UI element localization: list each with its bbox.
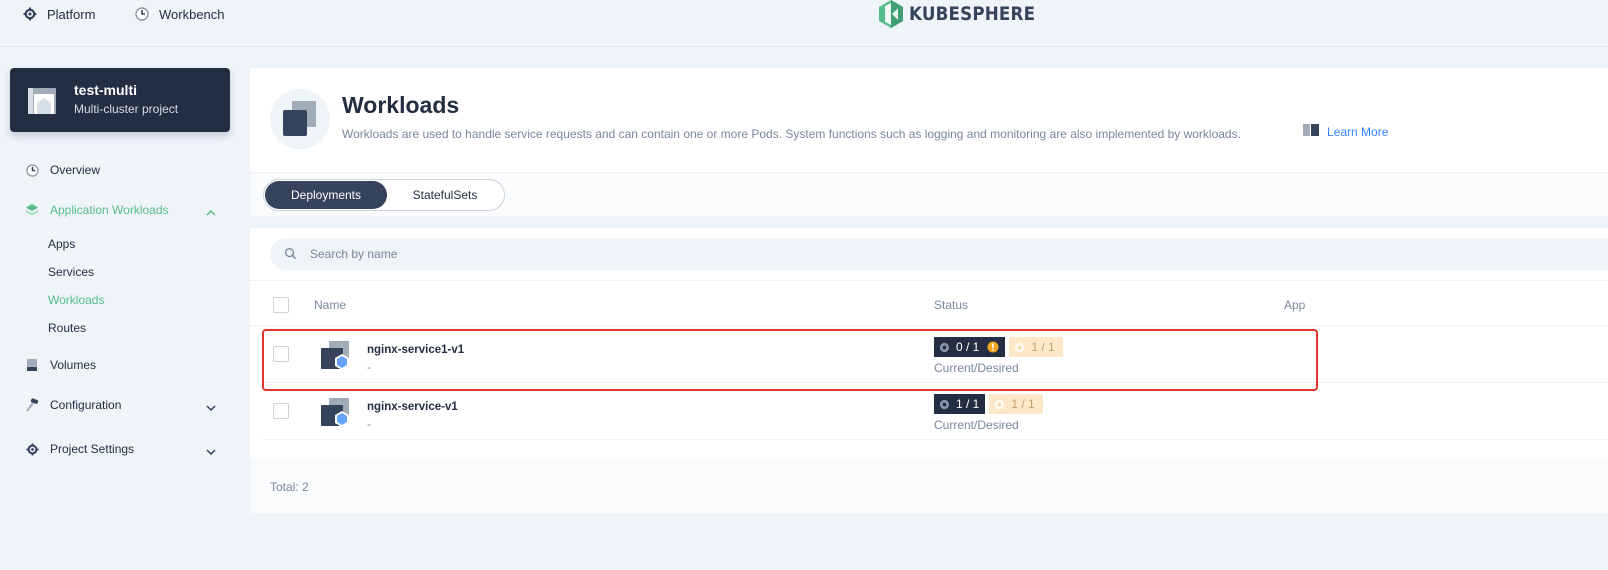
platform-label: Platform	[47, 6, 96, 22]
storage-icon	[24, 357, 40, 373]
page-title: Workloads	[342, 92, 460, 118]
workbench-label: Workbench	[159, 6, 225, 22]
workload-name[interactable]: nginx-service-v1	[367, 401, 458, 413]
sidebar-subitem-routes[interactable]: Routes	[48, 321, 86, 335]
sidebar-item-label: Overview	[50, 163, 101, 177]
desired-replicas: 1 / 1	[1011, 397, 1035, 411]
gear-icon	[22, 6, 38, 22]
workload-type-tabs: Deployments StatefulSets	[263, 179, 505, 211]
project-card[interactable]: test-multi Multi-cluster project	[10, 68, 230, 132]
dashboard-icon	[24, 162, 40, 178]
status-label: Current/Desired	[934, 418, 1019, 432]
divider	[263, 439, 1608, 440]
current-replicas: 1 / 1	[956, 397, 980, 411]
tab-deployments[interactable]: Deployments	[265, 181, 387, 209]
search-icon	[284, 247, 298, 261]
logo-text: KUBESPHERE	[909, 3, 1036, 25]
chevron-down-icon	[206, 400, 216, 414]
search-input[interactable]	[310, 247, 910, 261]
desired-replicas-badge: 1 / 1	[989, 394, 1043, 414]
sidebar-item-label: Volumes	[50, 358, 97, 372]
tab-statefulsets[interactable]: StatefulSets	[387, 181, 503, 209]
column-header-app: App	[1284, 298, 1306, 312]
search-bar[interactable]	[270, 238, 1608, 270]
kubesphere-logo[interactable]: KUBESPHERE	[879, 0, 1052, 28]
sidebar-item-application-workloads[interactable]: Application Workloads	[24, 202, 220, 218]
book-icon	[1303, 124, 1319, 139]
sidebar-subitem-apps[interactable]: Apps	[48, 237, 75, 251]
sidebar-subitem-workloads[interactable]: Workloads	[48, 293, 104, 307]
column-header-status: Status	[934, 298, 969, 312]
workloads-header-icon	[270, 89, 330, 149]
kubesphere-logo-icon	[879, 0, 903, 28]
platform-nav[interactable]: Platform	[22, 6, 95, 22]
gear-icon	[24, 441, 40, 457]
sidebar-item-label: Configuration	[50, 398, 122, 412]
kubernetes-icon	[939, 399, 950, 410]
highlight-box	[262, 329, 1318, 391]
kubernetes-icon	[994, 399, 1005, 410]
status-badge: 1 / 1 1 / 1	[934, 394, 1043, 414]
project-type: Multi-cluster project	[74, 102, 179, 116]
project-name: test-multi	[74, 82, 137, 98]
chevron-down-icon	[206, 444, 216, 458]
deployment-icon	[321, 398, 349, 427]
page-description: Workloads are used to handle service req…	[342, 127, 1241, 141]
hammer-icon	[24, 397, 40, 413]
top-bar: Platform Workbench KUBESPHERE	[0, 0, 1608, 47]
chevron-up-icon	[206, 205, 216, 219]
list-footer: Total: 2	[250, 458, 1608, 513]
workbench-nav[interactable]: Workbench	[134, 6, 225, 22]
current-replicas-badge: 1 / 1	[934, 394, 986, 414]
project-icon	[28, 88, 56, 114]
learn-more-link[interactable]: Learn More	[1303, 124, 1388, 139]
select-all-checkbox[interactable]	[273, 297, 289, 313]
sidebar-item-label: Application Workloads	[50, 203, 169, 217]
sidebar-subitem-services[interactable]: Services	[48, 265, 94, 279]
layers-icon	[24, 202, 40, 218]
sidebar-item-project-settings[interactable]: Project Settings	[24, 441, 220, 457]
sidebar-item-configuration[interactable]: Configuration	[24, 397, 220, 413]
sidebar-item-volumes[interactable]: Volumes	[24, 357, 220, 373]
page-header: Workloads Workloads are used to handle s…	[250, 68, 1608, 172]
column-header-name[interactable]: Name	[314, 298, 346, 312]
learn-more-label: Learn More	[1327, 124, 1389, 139]
sidebar-item-label: Project Settings	[50, 442, 135, 456]
tabs-bar: Deployments StatefulSets	[250, 172, 1608, 216]
total-count: Total: 2	[270, 480, 309, 494]
dashboard-icon	[134, 6, 150, 22]
workload-description: -	[367, 417, 371, 431]
sidebar-item-overview[interactable]: Overview	[24, 162, 220, 178]
divider	[250, 280, 1608, 281]
table-row[interactable]: nginx-service-v1 - 1 / 1 1 / 1 Current/D…	[263, 383, 1608, 440]
row-checkbox[interactable]	[273, 403, 289, 419]
